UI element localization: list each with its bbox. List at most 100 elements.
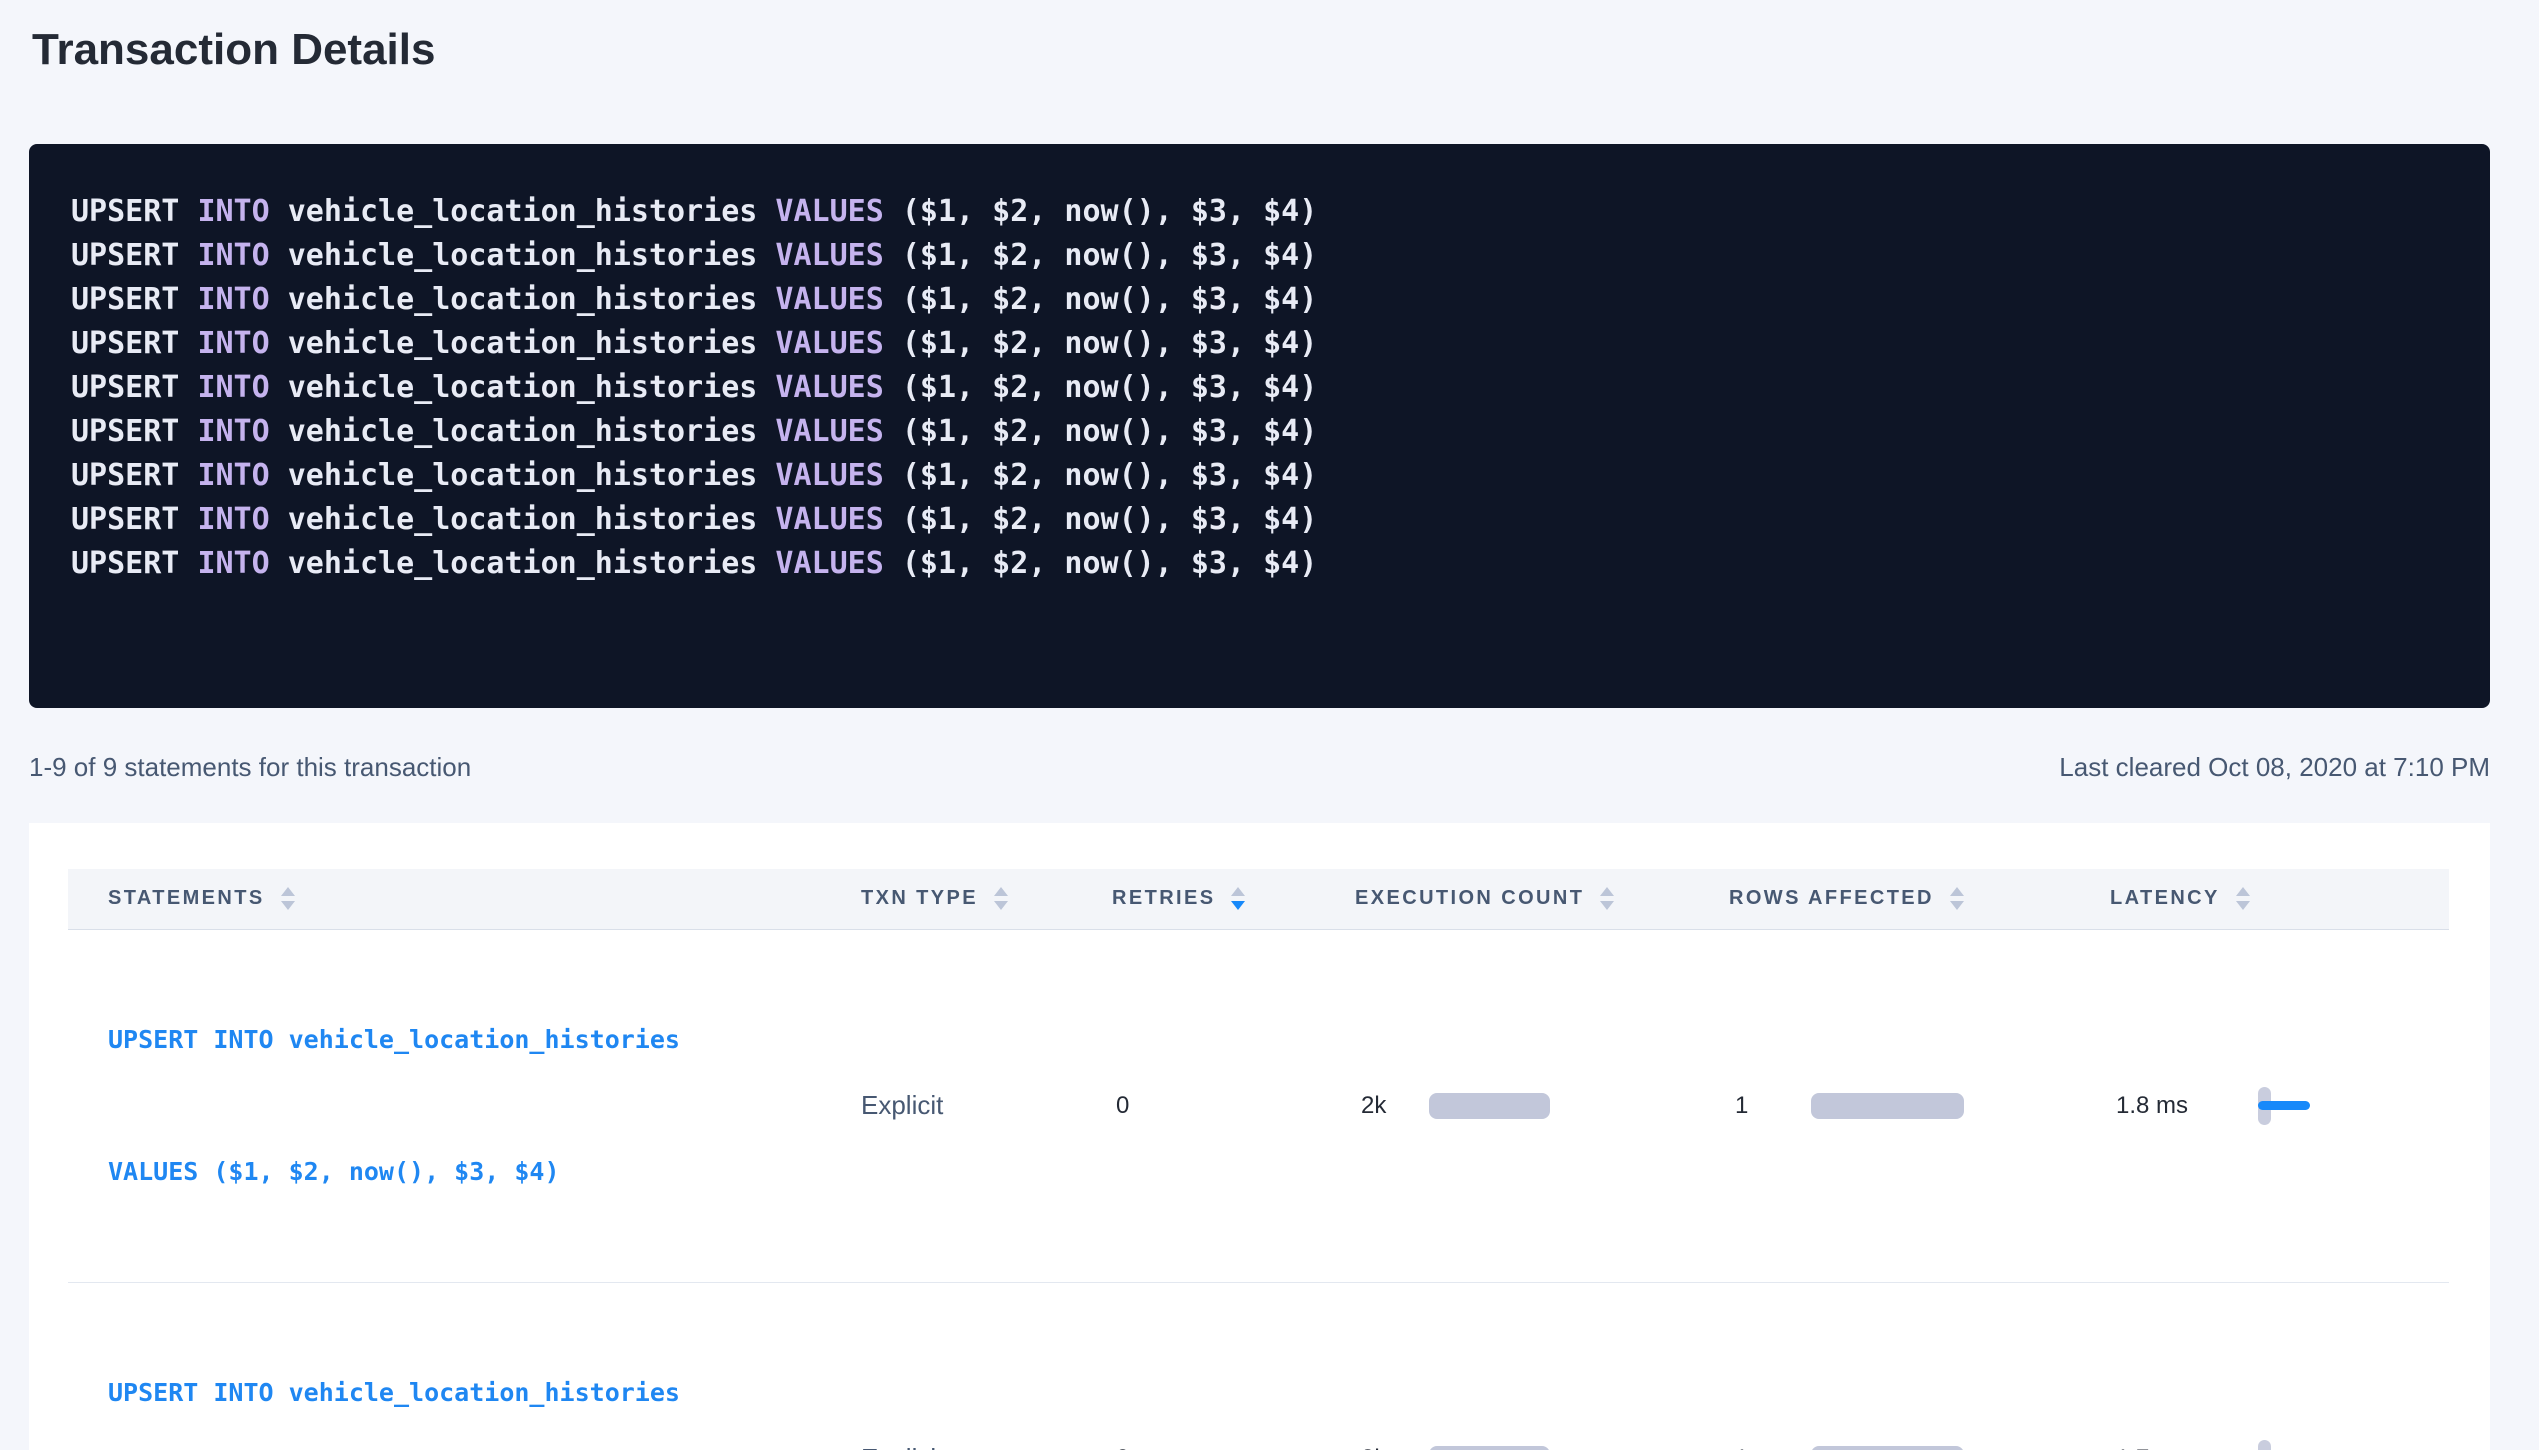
sort-icon[interactable] [994, 887, 1008, 910]
latency-bar-chart [2258, 1086, 2338, 1126]
column-header-txn-type[interactable]: TXN TYPE [861, 869, 1112, 929]
sql-table-name: vehicle_location_histories [270, 546, 776, 581]
sql-keyword: INTO [197, 326, 269, 361]
table-header-row: STATEMENTS TXN TYPE RETRIES EXECUTION CO… [68, 869, 2449, 929]
txn-type-value: Explicit [861, 1090, 943, 1120]
rows-affected-bar [1811, 1093, 1964, 1119]
statements-table: STATEMENTS TXN TYPE RETRIES EXECUTION CO… [68, 869, 2449, 1450]
sql-keyword: VALUES [775, 546, 883, 581]
sql-keyword: VALUES [775, 326, 883, 361]
sort-icon[interactable] [2236, 887, 2250, 910]
sql-text: ($1, $2, now(), $3, $4) [884, 282, 1317, 317]
sql-statement-line: UPSERT INTO vehicle_location_histories V… [71, 278, 2450, 322]
statement-line-1: UPSERT INTO vehicle_location_histories [108, 1371, 680, 1415]
statements-table-card: STATEMENTS TXN TYPE RETRIES EXECUTION CO… [29, 823, 2490, 1450]
column-header-execution-count[interactable]: EXECUTION COUNT [1355, 869, 1729, 929]
column-label: EXECUTION COUNT [1355, 887, 1584, 910]
column-header-retries[interactable]: RETRIES [1112, 869, 1355, 929]
sql-table-name: vehicle_location_histories [270, 238, 776, 273]
retries-value: 0 [1116, 1092, 1129, 1119]
sql-keyword: VALUES [775, 238, 883, 273]
column-label: TXN TYPE [861, 887, 978, 910]
sql-text: UPSERT [71, 370, 197, 405]
sql-text: ($1, $2, now(), $3, $4) [884, 458, 1317, 493]
sql-keyword: INTO [197, 546, 269, 581]
transaction-details-page: Transaction Details UPSERT INTO vehicle_… [0, 0, 2539, 1450]
page-title: Transaction Details [29, 24, 2490, 76]
sql-statement-line: UPSERT INTO vehicle_location_histories V… [71, 190, 2450, 234]
statement-link[interactable]: UPSERT INTO vehicle_location_histories V… [108, 930, 680, 1282]
sql-keyword: INTO [197, 370, 269, 405]
latency-bar-chart [2258, 1439, 2338, 1450]
column-label: ROWS AFFECTED [1729, 887, 1934, 910]
statement-line-2: VALUES ($1, $2, now(), $3, $4) [108, 1150, 680, 1194]
sort-icon[interactable] [1231, 887, 1245, 910]
column-label: RETRIES [1112, 887, 1215, 910]
column-header-rows-affected[interactable]: ROWS AFFECTED [1729, 869, 2110, 929]
execution-count-value: 2k [1361, 1445, 1429, 1450]
sort-icon[interactable] [1600, 887, 1614, 910]
sql-text: ($1, $2, now(), $3, $4) [884, 238, 1317, 273]
execution-count-bar [1429, 1093, 1550, 1119]
sql-text: UPSERT [71, 194, 197, 229]
latency-bar [2258, 1101, 2310, 1110]
statement-link[interactable]: UPSERT INTO vehicle_location_histories V… [108, 1283, 680, 1450]
sql-text: ($1, $2, now(), $3, $4) [884, 546, 1317, 581]
sql-table-name: vehicle_location_histories [270, 414, 776, 449]
statements-count-label: 1-9 of 9 statements for this transaction [29, 750, 471, 784]
sql-text: ($1, $2, now(), $3, $4) [884, 194, 1317, 229]
sql-keyword: INTO [197, 238, 269, 273]
column-label: LATENCY [2110, 887, 2220, 910]
sql-keyword: VALUES [775, 414, 883, 449]
sql-keyword: INTO [197, 458, 269, 493]
sort-icon[interactable] [1950, 887, 1964, 910]
sql-statements-box: UPSERT INTO vehicle_location_histories V… [29, 144, 2490, 708]
sql-keyword: INTO [197, 502, 269, 537]
rows-affected-value: 1 [1735, 1092, 1811, 1120]
sql-text: ($1, $2, now(), $3, $4) [884, 502, 1317, 537]
sql-table-name: vehicle_location_histories [270, 502, 776, 537]
sort-icon[interactable] [281, 887, 295, 910]
sql-text: UPSERT [71, 238, 197, 273]
sql-keyword: INTO [197, 414, 269, 449]
table-row: UPSERT INTO vehicle_location_histories V… [68, 1282, 2449, 1450]
sql-keyword: INTO [197, 194, 269, 229]
table-row: UPSERT INTO vehicle_location_histories V… [68, 929, 2449, 1282]
sql-statement-line: UPSERT INTO vehicle_location_histories V… [71, 234, 2450, 278]
sql-statement-line: UPSERT INTO vehicle_location_histories V… [71, 498, 2450, 542]
sql-keyword: INTO [197, 282, 269, 317]
sql-text: UPSERT [71, 502, 197, 537]
sql-statement-line: UPSERT INTO vehicle_location_histories V… [71, 410, 2450, 454]
retries-value: 0 [1116, 1445, 1129, 1450]
rows-affected-value: 1 [1735, 1445, 1811, 1450]
column-label: STATEMENTS [108, 887, 265, 910]
sql-keyword: VALUES [775, 502, 883, 537]
sql-statement-line: UPSERT INTO vehicle_location_histories V… [71, 454, 2450, 498]
sql-text: ($1, $2, now(), $3, $4) [884, 326, 1317, 361]
sql-table-name: vehicle_location_histories [270, 194, 776, 229]
sql-text: UPSERT [71, 282, 197, 317]
last-cleared-label: Last cleared Oct 08, 2020 at 7:10 PM [2059, 750, 2490, 784]
sql-text: ($1, $2, now(), $3, $4) [884, 414, 1317, 449]
sql-keyword: VALUES [775, 458, 883, 493]
sql-keyword: VALUES [775, 282, 883, 317]
latency-axis-pill [2258, 1440, 2271, 1450]
sql-text: ($1, $2, now(), $3, $4) [884, 370, 1317, 405]
latency-value: 1.8 ms [2116, 1092, 2258, 1120]
execution-count-bar [1429, 1446, 1550, 1450]
execution-count-value: 2k [1361, 1092, 1429, 1120]
sql-text: UPSERT [71, 546, 197, 581]
sql-text: UPSERT [71, 458, 197, 493]
column-header-statements[interactable]: STATEMENTS [68, 869, 861, 929]
column-header-latency[interactable]: LATENCY [2110, 869, 2449, 929]
sql-table-name: vehicle_location_histories [270, 458, 776, 493]
sql-text: UPSERT [71, 414, 197, 449]
sql-keyword: VALUES [775, 370, 883, 405]
rows-affected-bar [1811, 1446, 1964, 1450]
sql-table-name: vehicle_location_histories [270, 282, 776, 317]
sql-keyword: VALUES [775, 194, 883, 229]
latency-value: 1.7 ms [2116, 1445, 2258, 1450]
sql-statement-line: UPSERT INTO vehicle_location_histories V… [71, 542, 2450, 586]
txn-type-value: Explicit [861, 1443, 943, 1450]
sql-statement-line: UPSERT INTO vehicle_location_histories V… [71, 366, 2450, 410]
